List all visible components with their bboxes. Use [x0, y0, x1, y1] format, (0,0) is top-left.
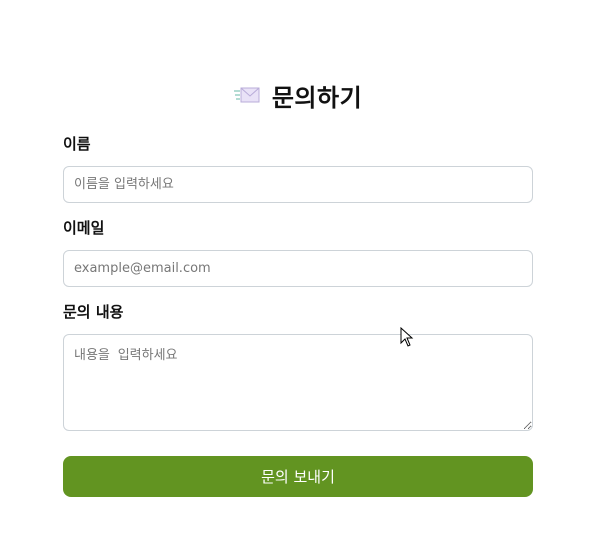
page-title: 문의하기: [271, 83, 363, 112]
contact-form: 문의하기 이름 이메일 문의 내용 문의 보내기: [63, 78, 533, 497]
envelope-icon: [233, 86, 260, 104]
message-label: 문의 내용: [63, 303, 124, 321]
form-header: 문의하기: [63, 78, 533, 112]
email-input[interactable]: [63, 250, 533, 287]
submit-button[interactable]: 문의 보내기: [63, 456, 533, 497]
name-label: 이름: [63, 135, 91, 153]
name-input[interactable]: [63, 166, 533, 203]
email-label: 이메일: [63, 219, 105, 237]
message-textarea[interactable]: [63, 334, 533, 431]
mouse-cursor-icon: [400, 326, 414, 347]
